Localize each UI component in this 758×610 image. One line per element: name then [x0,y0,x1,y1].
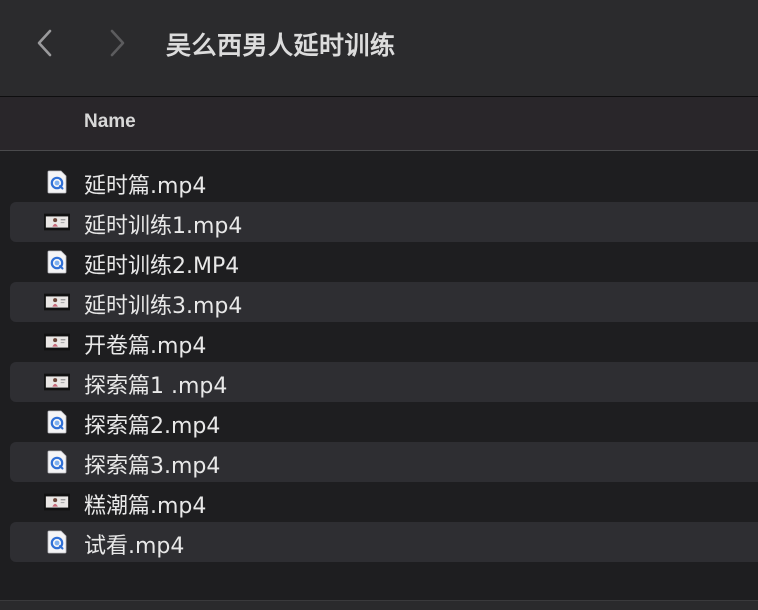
video-thumbnail-icon [44,330,70,354]
chevron-left-icon [37,29,52,57]
video-thumbnail-icon [44,370,70,394]
file-row[interactable]: 糕潮篇.mp4 [10,482,758,522]
forward-button[interactable] [102,28,132,58]
name-column-header[interactable]: Name [84,111,136,133]
file-name: 延时训练2.MP4 [84,254,240,279]
file-name: 糕潮篇.mp4 [84,494,207,519]
file-name: 开卷篇.mp4 [84,334,207,359]
window-title: 吴么西男人延时训练 [166,31,396,60]
file-name: 探索篇2.mp4 [84,414,221,439]
file-row[interactable]: 试看.mp4 [10,522,758,562]
file-name: 延时训练3.mp4 [84,294,243,319]
chevron-right-icon [110,29,125,57]
list-header: Name [0,97,758,151]
video-thumbnail-icon [44,490,70,514]
quicktime-file-icon [44,250,70,274]
quicktime-file-icon [44,530,70,554]
file-row[interactable]: 探索篇2.mp4 [10,402,758,442]
status-bar [0,600,758,610]
toolbar: 吴么西男人延时训练 [0,0,758,97]
file-name: 探索篇3.mp4 [84,454,221,479]
quicktime-file-icon [44,450,70,474]
video-thumbnail-icon [44,210,70,234]
file-row[interactable]: 探索篇3.mp4 [10,442,758,482]
video-thumbnail-icon [44,290,70,314]
file-name: 延时篇.mp4 [84,174,207,199]
file-row[interactable]: 开卷篇.mp4 [10,322,758,362]
file-row[interactable]: 延时训练2.MP4 [10,242,758,282]
quicktime-file-icon [44,410,70,434]
file-row[interactable]: 延时训练1.mp4 [10,202,758,242]
file-row[interactable]: 探索篇1 .mp4 [10,362,758,402]
file-name: 试看.mp4 [84,534,185,559]
file-name: 探索篇1 .mp4 [84,374,228,399]
quicktime-file-icon [44,170,70,194]
file-row[interactable]: 延时训练3.mp4 [10,282,758,322]
finder-window: 吴么西男人延时训练 Name 延时篇.mp4 延时训练1.mp4 延时训练2.M… [0,0,758,610]
file-name: 延时训练1.mp4 [84,214,243,239]
file-list: 延时篇.mp4 延时训练1.mp4 延时训练2.MP4 延时训练3.mp4 开卷… [0,162,758,562]
back-button[interactable] [30,28,60,58]
file-row[interactable]: 延时篇.mp4 [10,162,758,202]
